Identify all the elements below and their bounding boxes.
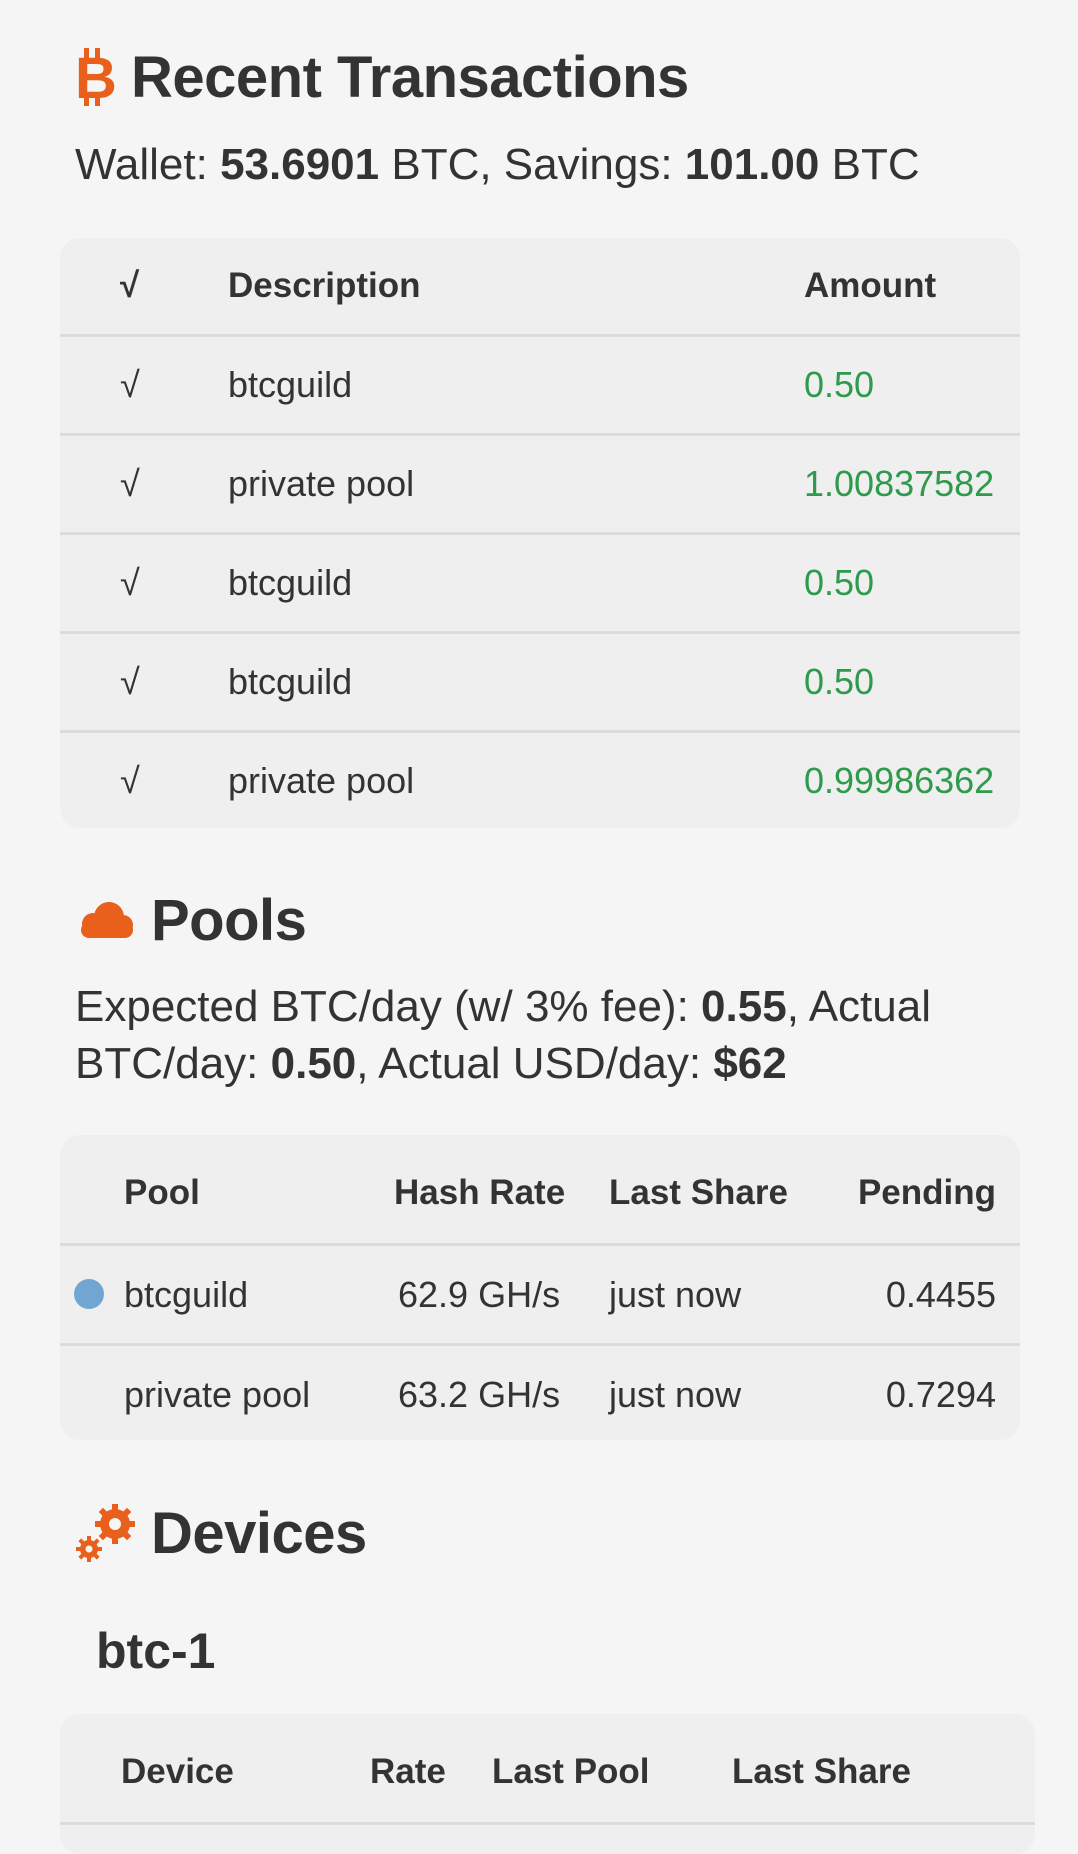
pool-name: btcguild bbox=[124, 1274, 249, 1315]
bitcoin-icon: B bbox=[75, 48, 117, 106]
table-header: Pool Hash Rate Last Share Pending bbox=[60, 1135, 1020, 1243]
expected-btc-day: 0.55 bbox=[701, 982, 787, 1031]
pool-pending: 0.7294 bbox=[885, 1374, 996, 1415]
table-divider bbox=[60, 1822, 1035, 1854]
pool-hash-rate: 62.9 GH/s bbox=[398, 1274, 561, 1315]
transaction-amount: 0.50 bbox=[804, 364, 875, 405]
transaction-description: private pool bbox=[228, 463, 415, 504]
transaction-amount: 0.99986362 bbox=[804, 760, 995, 801]
transaction-amount: 0.50 bbox=[804, 562, 875, 603]
transaction-description: btcguild bbox=[228, 661, 353, 702]
pools-table: Pool Hash Rate Last Share Pending btcgui… bbox=[60, 1135, 1020, 1440]
pending-column-header: Pending bbox=[857, 1173, 996, 1212]
cloud-icon bbox=[75, 900, 137, 940]
description-column-header: Description bbox=[228, 266, 421, 305]
last-share-column-header: Last Share bbox=[732, 1752, 911, 1791]
actual-btc-day: 0.50 bbox=[270, 1039, 357, 1088]
transaction-description: btcguild bbox=[228, 364, 353, 405]
device-column-header: Device bbox=[121, 1752, 234, 1791]
confirmed-check: √ bbox=[120, 661, 140, 702]
actual-usd-day: $62 bbox=[713, 1039, 787, 1088]
transactions-table: √ Description Amount √ btcguild 0.50 √ p… bbox=[60, 238, 1020, 828]
table-row[interactable]: btcguild 62.9 GH/s just now 0.4455 bbox=[60, 1243, 1020, 1343]
table-row[interactable]: √ private pool 1.00837582 bbox=[60, 433, 1020, 532]
hash-rate-column-header: Hash Rate bbox=[394, 1173, 566, 1212]
active-pool-indicator bbox=[74, 1279, 104, 1309]
pool-pending: 0.4455 bbox=[885, 1274, 996, 1315]
pools-summary: Expected BTC/day (w/ 3% fee): 0.55, Actu… bbox=[75, 982, 931, 1088]
pool-last-share: just now bbox=[609, 1274, 742, 1315]
confirmed-check: √ bbox=[120, 364, 140, 405]
wallet-summary: Wallet: 53.6901 BTC, Savings: 101.00 BTC bbox=[75, 140, 920, 189]
rate-column-header: Rate bbox=[370, 1752, 446, 1791]
pool-column-header: Pool bbox=[124, 1173, 200, 1212]
pool-name: private pool bbox=[124, 1374, 311, 1415]
check-column-header: √ bbox=[120, 266, 140, 305]
table-row[interactable]: √ btcguild 0.50 bbox=[60, 532, 1020, 631]
transaction-amount: 1.00837582 bbox=[804, 463, 995, 504]
last-share-column-header: Last Share bbox=[609, 1173, 788, 1212]
pool-hash-rate: 63.2 GH/s bbox=[398, 1374, 561, 1415]
confirmed-check: √ bbox=[120, 760, 140, 801]
pool-last-share: just now bbox=[609, 1374, 742, 1415]
table-row[interactable]: √ btcguild 0.50 bbox=[60, 631, 1020, 730]
devices-title: Devices bbox=[151, 1500, 367, 1566]
table-row[interactable]: √ private pool 0.99986362 bbox=[60, 730, 1020, 828]
amount-column-header: Amount bbox=[804, 266, 937, 305]
devices-table: Device Rate Last Pool Last Share bbox=[60, 1714, 1035, 1854]
last-pool-column-header: Last Pool bbox=[492, 1752, 650, 1791]
transactions-heading: B Recent Transactions bbox=[75, 42, 689, 112]
transaction-description: private pool bbox=[228, 760, 415, 801]
transaction-amount: 0.50 bbox=[804, 661, 875, 702]
pools-heading: Pools bbox=[75, 884, 307, 956]
pools-title: Pools bbox=[151, 887, 307, 953]
confirmed-check: √ bbox=[120, 562, 140, 603]
table-row[interactable]: private pool 63.2 GH/s just now 0.7294 bbox=[60, 1343, 1020, 1440]
gears-icon bbox=[75, 1502, 137, 1564]
wallet-balance: 53.6901 bbox=[220, 140, 380, 189]
devices-heading: Devices bbox=[75, 1497, 367, 1569]
confirmed-check: √ bbox=[120, 463, 140, 504]
table-row[interactable]: √ btcguild 0.50 bbox=[60, 334, 1020, 433]
savings-balance: 101.00 bbox=[684, 140, 820, 189]
transactions-title: Recent Transactions bbox=[131, 44, 689, 110]
table-header: √ Description Amount bbox=[60, 238, 1020, 334]
table-header: Device Rate Last Pool Last Share bbox=[60, 1714, 1035, 1822]
device-group-name: btc-1 bbox=[96, 1623, 216, 1679]
transaction-description: btcguild bbox=[228, 562, 353, 603]
